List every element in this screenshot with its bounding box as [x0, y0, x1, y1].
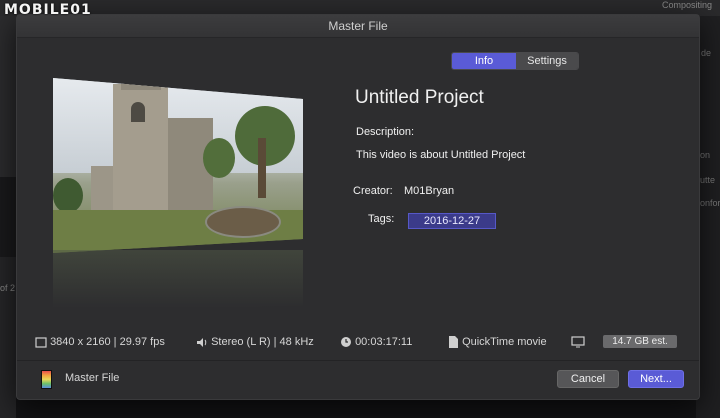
tags-label: Tags: — [368, 213, 395, 225]
audio-text: Stereo (L R) | 48 kHz — [211, 336, 314, 348]
description-field[interactable]: This video is about Untitled Project — [356, 149, 525, 161]
speaker-icon — [197, 337, 207, 347]
file-icon — [449, 336, 458, 349]
creator-label: Creator: — [353, 185, 393, 197]
dialog-title: Master File — [17, 15, 699, 38]
thumbnail-image — [53, 78, 303, 253]
background-right-text: onfor — [700, 198, 720, 208]
share-dialog: Master File Info Settings Untitled Proje… — [16, 14, 700, 400]
monitor-icon — [571, 336, 585, 348]
footer-divider — [17, 360, 699, 361]
tag-token[interactable]: 2016-12-27 — [408, 213, 496, 229]
info-settings-segmented-control: Info Settings — [451, 52, 579, 70]
master-file-icon — [41, 370, 52, 389]
clock-icon — [341, 337, 351, 348]
size-estimate-badge: 14.7 GB est. — [603, 335, 677, 348]
background-left-text: of 2 — [0, 283, 16, 293]
thumbnail-reflection — [53, 250, 303, 315]
duration-text: 00:03:17:11 — [355, 336, 413, 348]
format-text: QuickTime movie — [462, 336, 547, 348]
background-right-text: de — [701, 48, 712, 58]
resolution-icon — [35, 336, 47, 348]
tab-settings[interactable]: Settings — [516, 53, 578, 69]
cancel-button[interactable]: Cancel — [557, 370, 619, 388]
background-left-panel — [0, 16, 16, 418]
background-tab-compositing: Compositing — [661, 0, 712, 10]
project-title[interactable]: Untitled Project — [355, 87, 484, 109]
creator-field[interactable]: M01Bryan — [404, 185, 454, 197]
description-label: Description: — [356, 126, 415, 138]
mobile01-watermark: MOBILE01 — [4, 2, 92, 18]
tab-info[interactable]: Info — [452, 53, 516, 69]
resolution-text: 3840 x 2160 | 29.97 fps — [50, 336, 165, 348]
next-button[interactable]: Next... — [628, 370, 684, 388]
background-right-text: utte — [700, 175, 716, 185]
background-right-text: on — [700, 150, 711, 160]
destination-label: Master File — [65, 372, 120, 384]
project-thumbnail — [53, 78, 303, 315]
